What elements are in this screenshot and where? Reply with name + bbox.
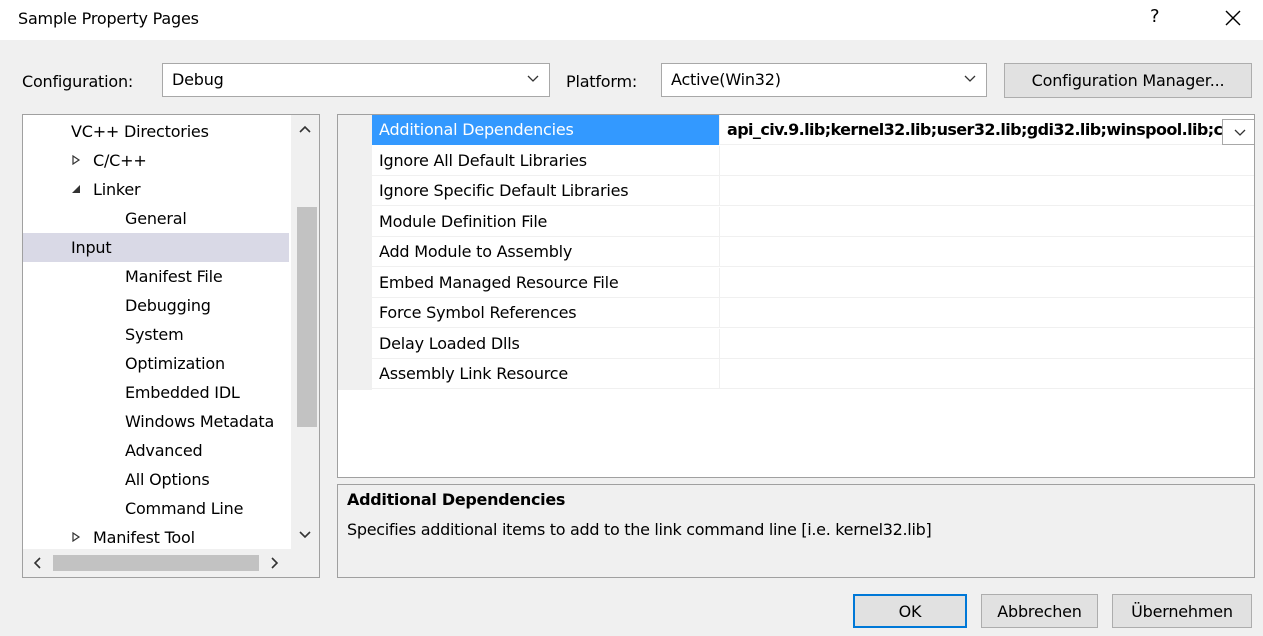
tree-item[interactable]: Windows Metadata <box>23 407 289 436</box>
property-row[interactable]: Assembly Link Resource <box>372 359 1254 389</box>
property-value[interactable] <box>721 298 1254 328</box>
property-name: Ignore Specific Default Libraries <box>372 176 720 206</box>
property-name: Assembly Link Resource <box>372 359 720 389</box>
tree-item-label: Embedded IDL <box>125 383 240 402</box>
property-value[interactable] <box>721 176 1254 206</box>
property-row[interactable]: Embed Managed Resource File <box>372 267 1254 298</box>
property-row[interactable]: Additional Dependencies api_civ.9.lib;ker… <box>372 115 1254 145</box>
platform-dropdown[interactable]: Active(Win32) <box>661 63 987 97</box>
scroll-right-icon[interactable] <box>271 557 279 569</box>
tree-item[interactable]: Optimization <box>23 349 289 378</box>
collapsed-arrow-icon[interactable] <box>71 155 81 165</box>
ok-button[interactable]: OK <box>853 594 967 628</box>
property-row[interactable]: Add Module to Assembly <box>372 237 1254 267</box>
property-value[interactable] <box>721 146 1254 176</box>
chevron-down-icon <box>964 75 976 82</box>
tree-item-label: VC++ Directories <box>71 122 209 141</box>
property-value[interactable]: api_civ.9.lib;kernel32.lib;user32.lib;gd… <box>721 115 1254 145</box>
title-bar: Sample Property Pages ? <box>0 0 1263 40</box>
property-row[interactable]: Force Symbol References <box>372 298 1254 328</box>
property-value-text: api_civ.9.lib;kernel32.lib;user32.lib;gd… <box>727 120 1254 139</box>
configuration-label: Configuration: <box>22 72 134 91</box>
tree-vertical-scrollbar[interactable] <box>291 115 319 549</box>
tree-item[interactable]: All Options <box>23 465 289 494</box>
tree-item[interactable]: Input <box>23 233 289 262</box>
configuration-manager-button[interactable]: Configuration Manager... <box>1004 63 1252 98</box>
property-grid[interactable]: Additional Dependencies api_civ.9.lib;ker… <box>337 114 1255 478</box>
close-icon[interactable] <box>1219 4 1247 32</box>
property-name: Additional Dependencies <box>372 115 720 145</box>
tree-horizontal-scrollbar[interactable] <box>23 549 291 577</box>
description-title: Additional Dependencies <box>347 490 566 509</box>
tree-item-label: Command Line <box>125 499 244 518</box>
expanded-arrow-icon[interactable] <box>71 184 81 194</box>
tree-item-label: Input <box>71 238 112 257</box>
tree-item[interactable]: Advanced <box>23 436 289 465</box>
tree-item-label: Linker <box>93 180 141 199</box>
cancel-button[interactable]: Abbrechen <box>981 594 1098 628</box>
configuration-dropdown[interactable]: Debug <box>162 63 550 97</box>
scroll-up-icon[interactable] <box>299 125 311 133</box>
scroll-corner <box>291 549 319 577</box>
window-title: Sample Property Pages <box>18 9 199 28</box>
property-value[interactable] <box>721 268 1254 298</box>
property-row[interactable]: Ignore Specific Default Libraries <box>372 176 1254 206</box>
tree-vertical-scroll-thumb[interactable] <box>297 207 317 427</box>
tree-item-label: System <box>125 325 184 344</box>
description-text: Specifies additional items to add to the… <box>347 520 932 539</box>
tree-item-label: Advanced <box>125 441 203 460</box>
tree-horizontal-scroll-thumb[interactable] <box>53 555 259 571</box>
tree-item-label: Manifest Tool <box>93 528 195 547</box>
scroll-left-icon[interactable] <box>33 557 41 569</box>
tree-item[interactable]: Embedded IDL <box>23 378 289 407</box>
tree-item[interactable]: System <box>23 320 289 349</box>
property-row[interactable]: Delay Loaded Dlls <box>372 328 1254 359</box>
property-row[interactable]: Module Definition File <box>372 206 1254 237</box>
property-value[interactable] <box>721 329 1254 359</box>
tree-item[interactable]: General <box>23 204 289 233</box>
chevron-down-icon <box>527 75 539 82</box>
property-name: Add Module to Assembly <box>372 237 720 267</box>
tree-item-label: Debugging <box>125 296 211 315</box>
property-value[interactable] <box>721 359 1254 389</box>
property-name: Ignore All Default Libraries <box>372 145 720 176</box>
platform-label: Platform: <box>566 72 638 91</box>
tree-item-label: All Options <box>125 470 210 489</box>
tree-item[interactable]: Linker <box>23 175 289 204</box>
help-button[interactable]: ? <box>1150 6 1160 27</box>
property-name: Delay Loaded Dlls <box>372 328 720 359</box>
tree-item-label: C/C++ <box>93 151 147 170</box>
category-tree[interactable]: VC++ Directories C/C++ Linker General Input M… <box>22 114 320 578</box>
configuration-value: Debug <box>172 70 224 89</box>
tree-item[interactable]: VC++ Directories <box>23 117 289 146</box>
tree-item-label: Manifest File <box>125 267 223 286</box>
value-dropdown-button[interactable] <box>1222 119 1254 145</box>
property-row[interactable]: Ignore All Default Libraries <box>372 145 1254 176</box>
tree-item[interactable]: C/C++ <box>23 146 289 175</box>
property-name: Embed Managed Resource File <box>372 267 720 298</box>
platform-value: Active(Win32) <box>671 70 781 89</box>
grid-gutter <box>338 115 372 390</box>
property-name: Force Symbol References <box>372 298 720 328</box>
tree-item[interactable]: Command Line <box>23 494 289 523</box>
property-name: Module Definition File <box>372 206 720 237</box>
tree-item-label: Optimization <box>125 354 225 373</box>
tree-item[interactable]: Debugging <box>23 291 289 320</box>
description-panel: Additional Dependencies Specifies additi… <box>337 484 1255 578</box>
chevron-down-icon <box>1234 129 1246 136</box>
tree-item-label: Windows Metadata <box>125 412 275 431</box>
collapsed-arrow-icon[interactable] <box>71 532 81 542</box>
apply-button[interactable]: Übernehmen <box>1112 594 1252 628</box>
tree-item-label: General <box>125 209 187 228</box>
tree-item[interactable]: Manifest Tool <box>23 523 289 552</box>
property-value[interactable] <box>721 207 1254 237</box>
tree-item[interactable]: Manifest File <box>23 262 289 291</box>
property-value[interactable] <box>721 237 1254 267</box>
scroll-down-icon[interactable] <box>299 531 311 539</box>
